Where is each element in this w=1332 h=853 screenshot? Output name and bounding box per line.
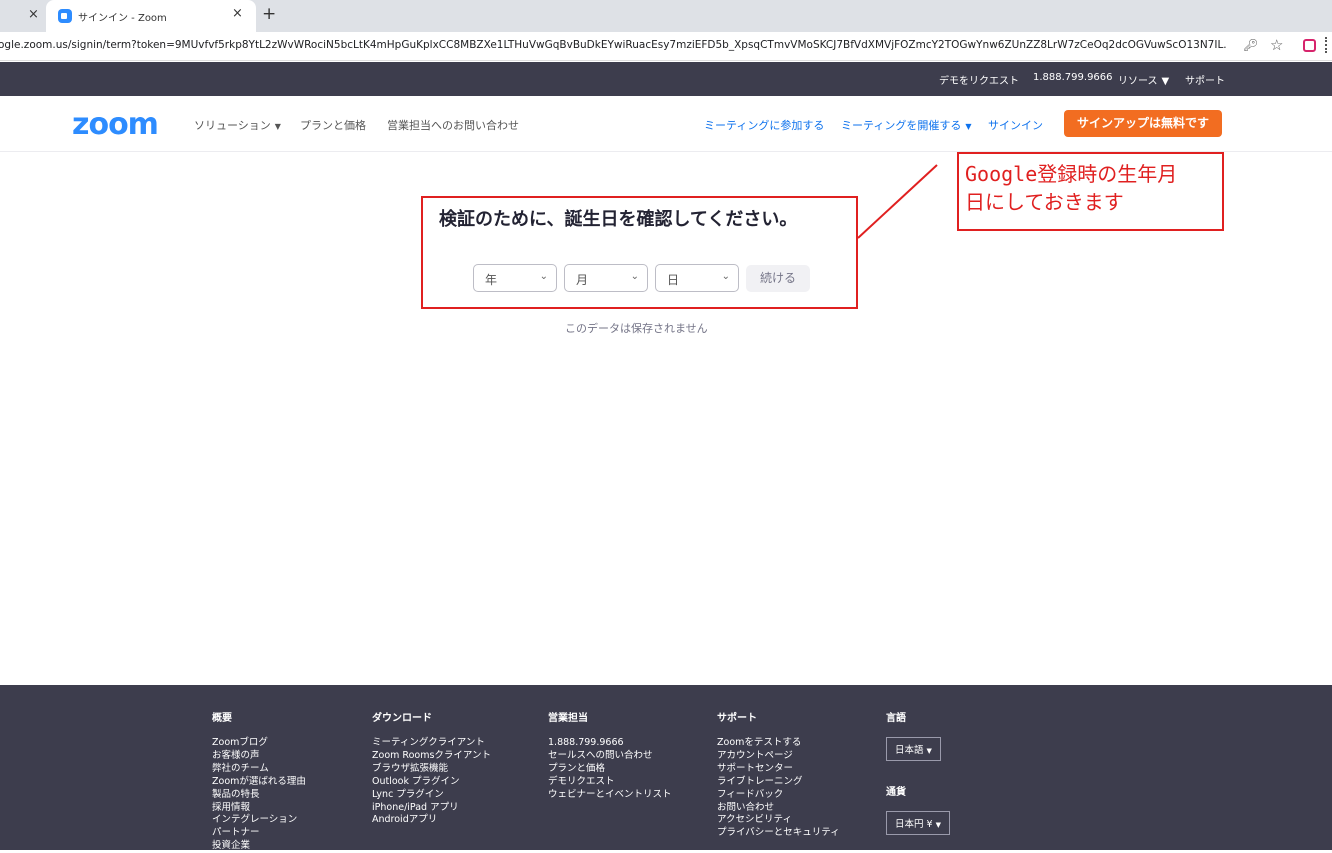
currency-select[interactable]: 日本円 ¥ ▼ xyxy=(886,811,950,835)
footer-sales: 営業担当 1.888.799.9666 セールスへの問い合わせ プランと価格 デ… xyxy=(548,709,672,802)
footer-link[interactable]: お客様の声 xyxy=(212,750,306,763)
annotation-line-1: Google登録時の生年月 xyxy=(965,162,1178,186)
footer-link[interactable]: Lync プラグイン xyxy=(372,789,491,802)
footer-link[interactable]: 採用情報 xyxy=(212,802,306,815)
footer-link[interactable]: 製品の特長 xyxy=(212,789,306,802)
footer-heading: サポート xyxy=(717,713,757,724)
footer-link[interactable]: ライブトレーニング xyxy=(717,776,840,789)
footer-link[interactable]: アクセシビリティ xyxy=(717,814,840,827)
footer-link[interactable]: セールスへの問い合わせ xyxy=(548,750,672,763)
footer-link[interactable]: アカウントページ xyxy=(717,750,840,763)
footer-support: サポート Zoomをテストする アカウントページ サポートセンター ライブトレー… xyxy=(717,709,840,840)
footer-link[interactable]: 弊社のチーム xyxy=(212,763,306,776)
footer-settings: 言語 日本語 ▼ 通貨 日本円 ¥ ▼ xyxy=(886,709,950,853)
annotation-callout: Google登録時の生年月 日にしておきます xyxy=(957,152,1224,231)
currency-value: 日本円 ¥ xyxy=(895,819,933,830)
footer-link[interactable]: サポートセンター xyxy=(717,763,840,776)
footer-heading: 営業担当 xyxy=(548,713,588,724)
footer-link[interactable]: 1.888.799.9666 xyxy=(548,737,672,750)
footer-link[interactable]: Androidアプリ xyxy=(372,814,491,827)
footer-link[interactable]: Zoomが選ばれる理由 xyxy=(212,776,306,789)
footer-heading: 概要 xyxy=(212,713,232,724)
footer-link[interactable]: ウェビナーとイベントリスト xyxy=(548,789,672,802)
language-select[interactable]: 日本語 ▼ xyxy=(886,737,941,761)
footer-link[interactable]: 投資企業 xyxy=(212,840,306,853)
footer-link[interactable]: ミーティングクライアント xyxy=(372,737,491,750)
footer-about: 概要 Zoomブログ お客様の声 弊社のチーム Zoomが選ばれる理由 製品の特… xyxy=(212,709,306,853)
footer-link[interactable]: パートナー xyxy=(212,827,306,840)
footer-link[interactable]: Outlook プラグイン xyxy=(372,776,491,789)
caret-down-icon: ▼ xyxy=(926,747,932,755)
footer-link[interactable]: プランと価格 xyxy=(548,763,672,776)
footer-heading: 通貨 xyxy=(886,787,906,798)
footer-link[interactable]: フィードバック xyxy=(717,789,840,802)
footer-link[interactable]: デモリクエスト xyxy=(548,776,672,789)
callout-line xyxy=(857,164,938,239)
footer-link[interactable]: プライバシーとセキュリティ xyxy=(717,827,840,840)
footer-heading: 言語 xyxy=(886,713,906,724)
caret-down-icon: ▼ xyxy=(935,821,941,829)
language-value: 日本語 xyxy=(895,745,924,756)
footer-link[interactable]: ブラウザ拡張機能 xyxy=(372,763,491,776)
footer-link[interactable]: Zoom Roomsクライアント xyxy=(372,750,491,763)
annotation-line-2: 日にしておきます xyxy=(965,190,1124,214)
footer-link[interactable]: iPhone/iPad アプリ xyxy=(372,802,491,815)
footer: 概要 Zoomブログ お客様の声 弊社のチーム Zoomが選ばれる理由 製品の特… xyxy=(0,685,1332,853)
footer-link[interactable]: Zoomブログ xyxy=(212,737,306,750)
footer-link[interactable]: インテグレーション xyxy=(212,814,306,827)
footer-heading: ダウンロード xyxy=(372,713,432,724)
footer-download: ダウンロード ミーティングクライアント Zoom Roomsクライアント ブラウ… xyxy=(372,709,491,827)
footer-link[interactable]: お問い合わせ xyxy=(717,802,840,815)
footer-link[interactable]: Zoomをテストする xyxy=(717,737,840,750)
